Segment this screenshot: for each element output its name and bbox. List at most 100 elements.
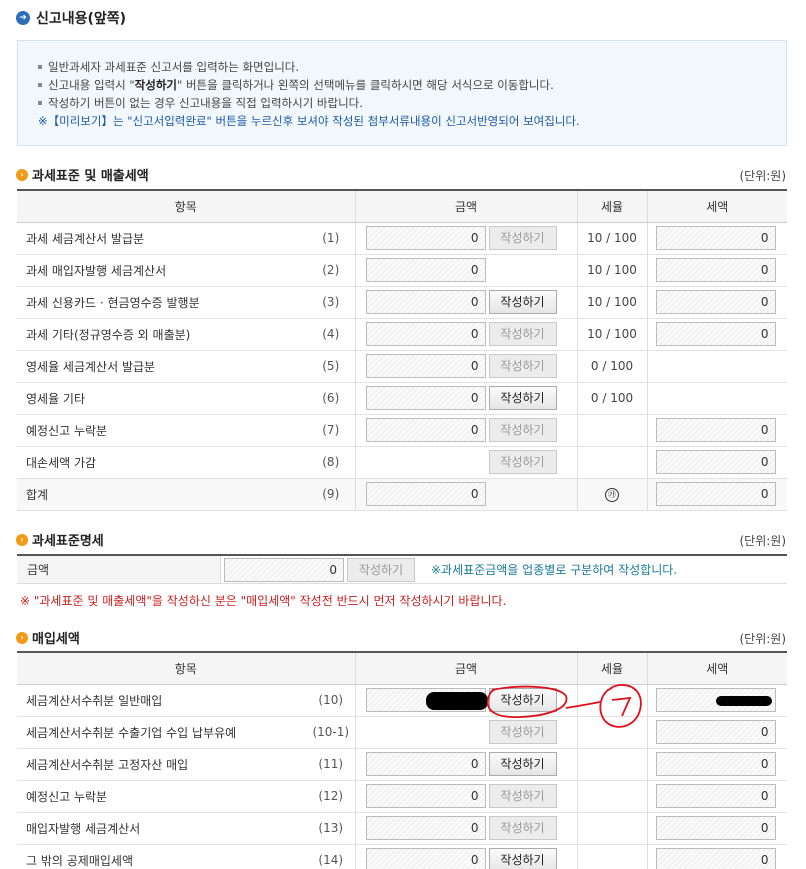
total-amount-input[interactable]: 0 [365,482,486,506]
tax-cell: 0 [647,254,787,287]
tax-base-write-button[interactable]: 작성하기 [347,557,415,582]
col-header-tax: 세액 [646,652,787,685]
amount-input[interactable]: 0 [365,386,486,410]
amount-cell: 0 작성하기 [355,414,578,447]
amount-cell: 0 작성하기 [355,812,578,845]
amount-cell: 작성하기 [355,684,578,717]
amount-input[interactable]: 0 [365,354,486,378]
row-number: (11) [307,748,356,781]
amount-input[interactable]: 0 [365,848,486,869]
tax-cell: 0 [647,286,787,319]
purchase-tax-table: 항목 금액 세율 세액 세금계산서수취분 일반매입 (10) 작성하기 세금계산서수취… [17,651,787,869]
tax-input[interactable]: 0 [655,848,776,869]
circled-ga-mark: ㉮ [605,488,619,502]
tax-input[interactable]: 0 [655,418,776,442]
tax-base-note: ※과세표준금액을 업종별로 구분하여 작성합니다. [431,563,678,577]
tax-base-label: 금액 [17,556,221,583]
amount-cell: 0 작성하기 [355,748,578,781]
notice-line-4: ※【미리보기】는 "신고서입력완료" 버튼을 누르신후 보셔야 작성된 첨부서류… [38,114,580,128]
row-number: (4) [307,318,356,351]
row-label: 영세율 세금계산서 발급분 [17,350,307,383]
rate-cell [577,780,648,813]
table-row: 그 밖의 공제매입세액 (14) 0 작성하기 0 [17,844,787,869]
unit-label: (단위:원) [739,632,786,646]
tax-input[interactable]: 0 [655,226,776,250]
amount-cell: 0 작성하기 [355,318,578,351]
row-label: 그 밖의 공제매입세액 [17,844,307,869]
amount-cell: 0 작성하기 [355,382,578,415]
total-number: (9) [307,478,356,511]
rate-cell [577,446,648,479]
rate-cell: 10 / 100 [577,286,648,319]
chevron-right-icon: › [16,631,28,644]
write-button[interactable]: 작성하기 [488,226,557,250]
row-label: 세금계산서수취분 고정자산 매입 [17,748,307,781]
rate-cell [577,812,648,845]
section-title-tax-base: › 과세표준명세 [16,530,104,549]
page-header: ➜ 신고내용(앞쪽) [16,8,126,28]
amount-cell: 0 작성하기 [355,780,578,813]
amount-input[interactable]: 0 [365,226,486,250]
tax-input[interactable]: 0 [655,290,776,314]
write-button[interactable]: 작성하기 [488,322,557,346]
row-number: (1) [307,222,356,255]
amount-input[interactable]: 0 [365,290,486,314]
tax-cell [647,684,787,717]
redacted-amount-mark [425,691,488,710]
redacted-tax-mark [715,695,772,706]
tax-cell: 0 [647,748,787,781]
amount-input[interactable]: 0 [365,418,486,442]
total-row: 합계 (9) 0 ㉮ 0 [17,478,787,511]
tax-cell: 0 [647,812,787,845]
write-button[interactable]: 작성하기 [488,418,557,442]
write-button[interactable]: 작성하기 [488,688,557,712]
amount-input[interactable]: 0 [365,784,486,808]
col-header-rate: 세율 [576,190,647,223]
col-header-amount: 금액 [354,652,577,685]
tax-base-amount-input[interactable]: 0 [224,557,344,582]
row-number: (13) [307,812,356,845]
row-label: 과세 신용카드 · 현금영수증 발행분 [17,286,307,319]
write-button[interactable]: 작성하기 [488,720,557,744]
rate-cell: 0 / 100 [577,382,648,415]
write-button[interactable]: 작성하기 [488,784,557,808]
amount-input[interactable]: 0 [365,258,486,282]
bullet-icon [38,100,42,105]
write-button[interactable]: 작성하기 [488,752,557,776]
total-tax-input[interactable]: 0 [655,482,776,506]
tax-cell: 0 [647,222,787,255]
tax-input[interactable]: 0 [655,784,776,808]
write-button[interactable]: 작성하기 [488,848,557,869]
table-row: 영세율 기타 (6) 0 작성하기 0 / 100 [17,382,787,415]
warning-text: ※ "과세표준 및 매출세액"을 작성하신 분은 "매입세액" 작성전 반드시 … [20,594,507,608]
write-button[interactable]: 작성하기 [488,354,557,378]
tax-input[interactable]: 0 [655,450,776,474]
write-button[interactable]: 작성하기 [488,450,557,474]
amount-input[interactable]: 0 [365,816,486,840]
table-row: 세금계산서수취분 수출기업 수입 납부유예 (10-1) 작성하기 0 [17,716,787,749]
table-header-row: 항목 금액 세율 세액 [17,190,787,223]
table-row: 대손세액 가감 (8) 작성하기 0 [17,446,787,479]
rate-cell [577,684,648,717]
row-label: 영세율 기타 [17,382,307,415]
tax-input[interactable]: 0 [655,322,776,346]
row-number: (6) [307,382,356,415]
table-header-row: 항목 금액 세율 세액 [17,652,787,685]
write-button[interactable]: 작성하기 [488,816,557,840]
rate-cell: 0 / 100 [577,350,648,383]
write-button[interactable]: 작성하기 [488,386,557,410]
chevron-right-icon: › [16,168,28,181]
write-button[interactable]: 작성하기 [488,290,557,314]
rate-cell: ㉮ [577,478,648,511]
row-label: 매입자발행 세금계산서 [17,812,307,845]
tax-input[interactable]: 0 [655,752,776,776]
tax-input[interactable]: 0 [655,816,776,840]
row-label: 예정신고 누락분 [17,414,307,447]
tax-input[interactable]: 0 [655,258,776,282]
amount-input[interactable]: 0 [365,752,486,776]
col-header-item: 항목 [17,652,355,685]
tax-input[interactable]: 0 [655,720,776,744]
table-row: 예정신고 누락분 (7) 0 작성하기 0 [17,414,787,447]
amount-input[interactable]: 0 [365,322,486,346]
amount-cell: 작성하기 [355,446,578,479]
